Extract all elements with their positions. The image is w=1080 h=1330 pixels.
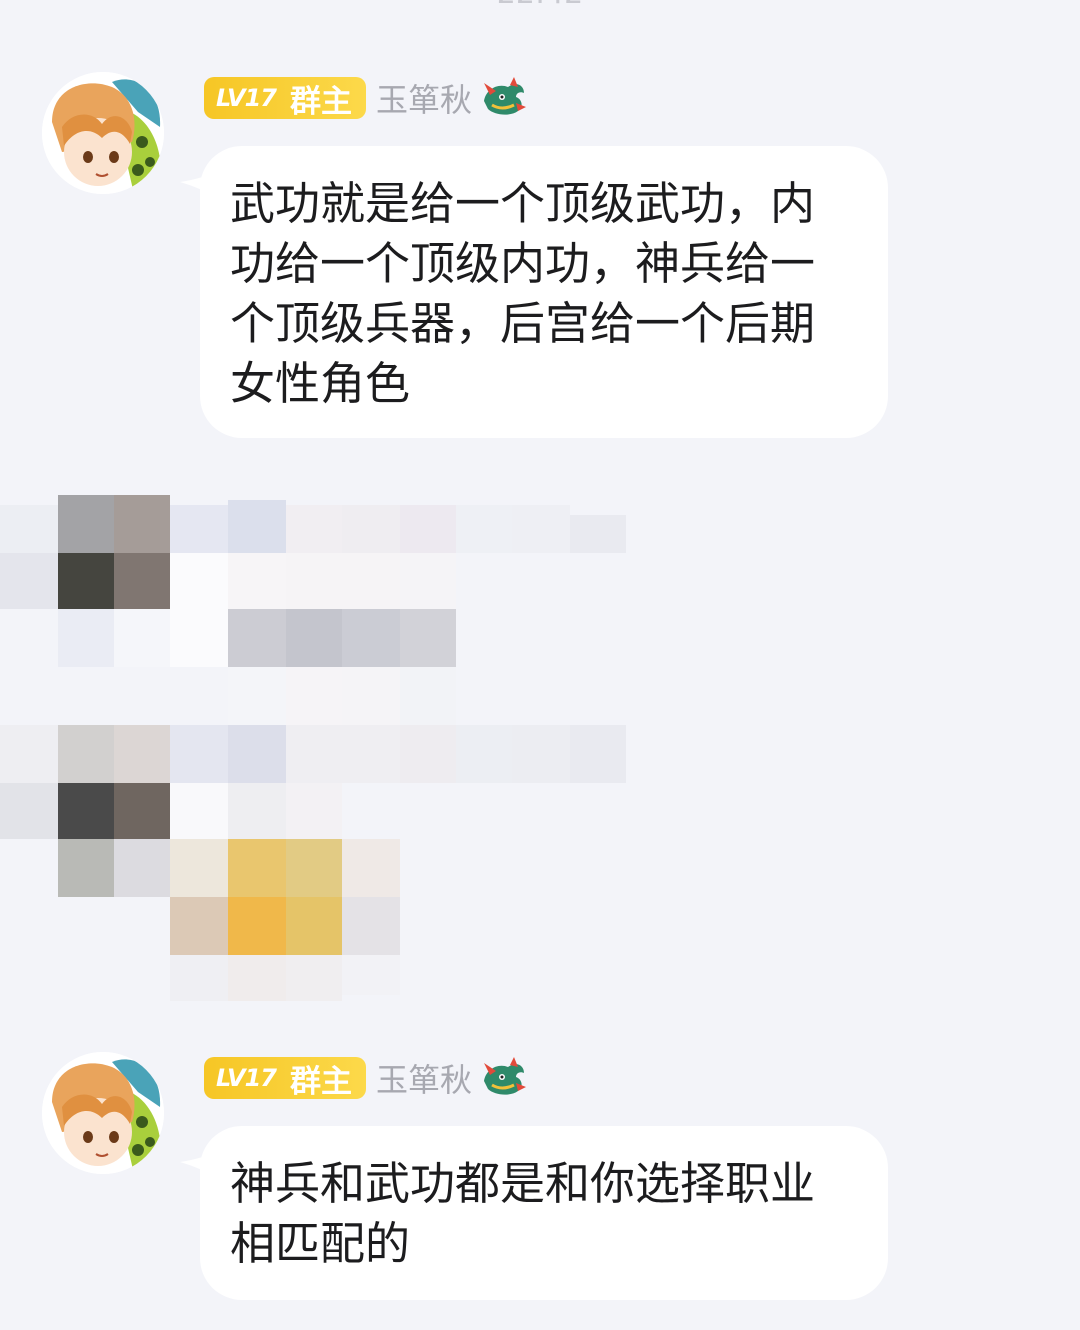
avatar[interactable] — [42, 1052, 164, 1174]
message-bubble[interactable]: 神兵和武功都是和你选择职业相匹配的 — [200, 1126, 888, 1300]
message-bubble[interactable]: 武功就是给一个顶级武功，内功给一个顶级内功，神兵给一个顶级兵器，后宫给一个后期女… — [200, 146, 888, 438]
dragon-badge-icon — [483, 1057, 526, 1095]
role-label: 群主 — [289, 1063, 352, 1100]
level-label: LV17 — [216, 1064, 277, 1092]
sender-info: LV17 群主 玉箪秋 — [204, 1056, 528, 1100]
level-badge: LV17 群主 — [204, 1057, 366, 1100]
sender-info: LV17 群主 玉箪秋 — [204, 76, 528, 120]
timestamp: 22:42 — [0, 0, 1080, 11]
level-badge: LV17 群主 — [204, 77, 366, 120]
role-label: 群主 — [289, 83, 352, 120]
sender-nickname[interactable]: 玉箪秋 — [376, 1055, 472, 1101]
redacted-message — [0, 495, 630, 1005]
level-label: LV17 — [216, 84, 277, 112]
dragon-badge-icon — [483, 77, 526, 115]
sender-nickname[interactable]: 玉箪秋 — [376, 75, 472, 121]
avatar[interactable] — [42, 72, 164, 194]
